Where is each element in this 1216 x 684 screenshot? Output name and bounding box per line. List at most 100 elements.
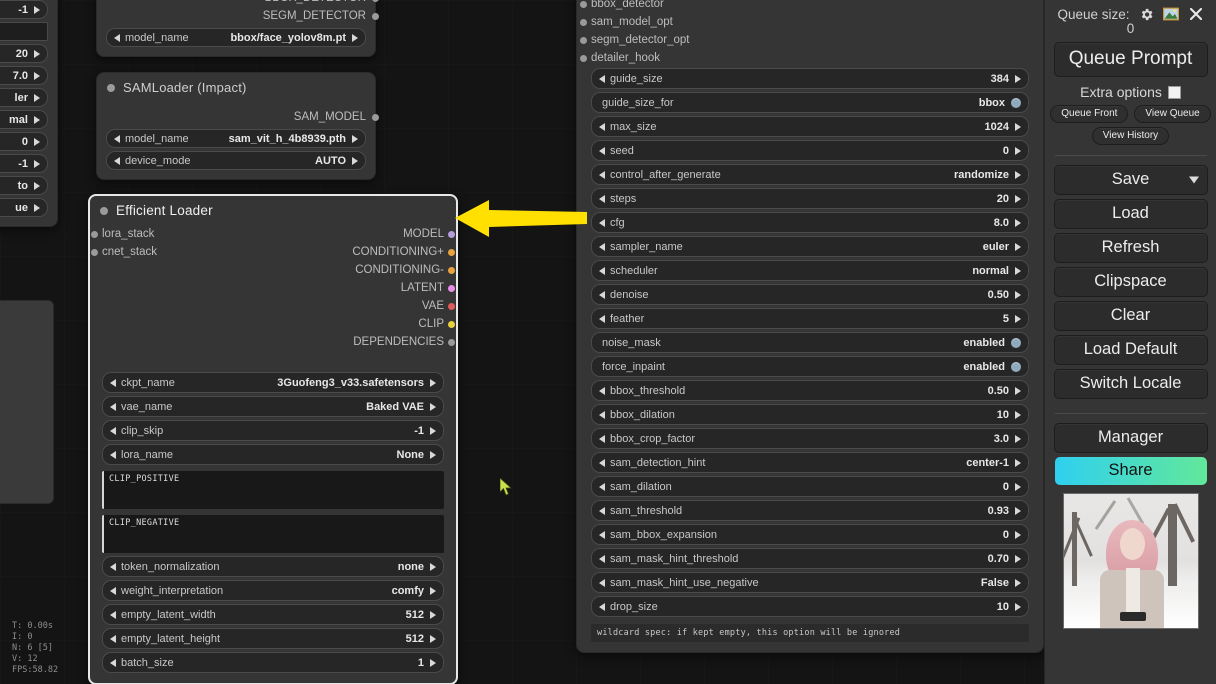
widget-device-mode[interactable]: device_mode AUTO bbox=[106, 151, 366, 170]
node-output-slot-conditioning-neg[interactable]: CONDITIONING- bbox=[352, 261, 455, 279]
node-output-slot-model[interactable]: MODEL bbox=[352, 225, 455, 243]
decrement-icon[interactable] bbox=[110, 426, 116, 435]
chevron-down-icon[interactable] bbox=[1188, 176, 1199, 184]
widget-denoise[interactable]: denoise 0.50 bbox=[591, 284, 1029, 305]
collapse-icon[interactable] bbox=[100, 206, 108, 215]
widget-row[interactable]: -1 bbox=[0, 0, 48, 19]
decrement-icon[interactable] bbox=[599, 578, 605, 587]
widget-row[interactable]: 20 bbox=[0, 44, 48, 63]
increment-icon[interactable] bbox=[1015, 386, 1021, 395]
node-output-slot-segm-detector[interactable]: SEGM_DETECTOR bbox=[106, 7, 379, 25]
increment-icon[interactable] bbox=[34, 137, 40, 146]
increment-icon[interactable] bbox=[1015, 194, 1021, 203]
increment-icon[interactable] bbox=[1015, 314, 1021, 323]
share-button[interactable]: Share bbox=[1054, 457, 1207, 485]
decrement-icon[interactable] bbox=[114, 134, 120, 143]
increment-icon[interactable] bbox=[430, 634, 436, 643]
widget-weight-interpretation[interactable]: weight_interpretation comfy bbox=[102, 580, 444, 601]
decrement-icon[interactable] bbox=[599, 386, 605, 395]
close-icon[interactable] bbox=[1188, 6, 1204, 22]
node-input-slot-segm-detector-opt[interactable]: segm_detector_opt bbox=[580, 31, 689, 49]
collapse-icon[interactable] bbox=[107, 83, 115, 92]
node-image-preview-left[interactable] bbox=[0, 300, 54, 504]
increment-icon[interactable] bbox=[352, 134, 358, 143]
increment-icon[interactable] bbox=[430, 426, 436, 435]
decrement-icon[interactable] bbox=[599, 290, 605, 299]
widget-lora-name[interactable]: lora_name None bbox=[102, 444, 444, 465]
manager-button[interactable]: Manager bbox=[1053, 423, 1208, 453]
increment-icon[interactable] bbox=[430, 658, 436, 667]
toggle-knob[interactable] bbox=[1011, 97, 1021, 108]
increment-icon[interactable] bbox=[430, 402, 436, 411]
node-output-slot-clip[interactable]: CLIP bbox=[352, 315, 455, 333]
increment-icon[interactable] bbox=[34, 5, 40, 14]
decrement-icon[interactable] bbox=[599, 506, 605, 515]
increment-icon[interactable] bbox=[1015, 578, 1021, 587]
node-output-slot-vae[interactable]: VAE bbox=[352, 297, 455, 315]
refresh-button[interactable]: Refresh bbox=[1053, 233, 1208, 263]
node-output-slot-dependencies[interactable]: DEPENDENCIES bbox=[352, 333, 455, 351]
decrement-icon[interactable] bbox=[110, 634, 116, 643]
decrement-icon[interactable] bbox=[599, 194, 605, 203]
node-output-slot-latent[interactable]: LATENT bbox=[352, 279, 455, 297]
decrement-icon[interactable] bbox=[599, 242, 605, 251]
increment-icon[interactable] bbox=[34, 181, 40, 190]
widget-row[interactable]: ue bbox=[0, 198, 48, 217]
widget-clip-skip[interactable]: clip_skip -1 bbox=[102, 420, 444, 441]
increment-icon[interactable] bbox=[1015, 74, 1021, 83]
decrement-icon[interactable] bbox=[110, 450, 116, 459]
widget-sam-detection-hint[interactable]: sam_detection_hint center-1 bbox=[591, 452, 1029, 473]
image-preview-thumbnail[interactable] bbox=[1062, 493, 1199, 629]
decrement-icon[interactable] bbox=[599, 602, 605, 611]
node-input-slot-cnet-stack[interactable]: cnet_stack bbox=[91, 243, 157, 261]
increment-icon[interactable] bbox=[430, 610, 436, 619]
node-output-slot-bbox-detector[interactable]: BBOX_DETECTOR bbox=[106, 0, 379, 7]
gear-icon[interactable] bbox=[1139, 7, 1154, 22]
widget-vae-name[interactable]: vae_name Baked VAE bbox=[102, 396, 444, 417]
node-input-slot-detailer-hook[interactable]: detailer_hook bbox=[580, 49, 689, 67]
increment-icon[interactable] bbox=[34, 203, 40, 212]
increment-icon[interactable] bbox=[430, 586, 436, 595]
graph-canvas[interactable]: _TUPLE LATENT VAE IMAGE -1 5 20 7.0 ler … bbox=[0, 0, 1044, 684]
widget-bbox-dilation[interactable]: bbox_dilation 10 bbox=[591, 404, 1029, 425]
widget-seed[interactable]: seed 0 bbox=[591, 140, 1029, 161]
decrement-icon[interactable] bbox=[114, 33, 120, 42]
extra-options-row[interactable]: Extra options bbox=[1080, 84, 1181, 100]
increment-icon[interactable] bbox=[1015, 242, 1021, 251]
increment-icon[interactable] bbox=[430, 378, 436, 387]
queue-prompt-button[interactable]: Queue Prompt bbox=[1053, 42, 1208, 77]
decrement-icon[interactable] bbox=[599, 314, 605, 323]
widget-textbox[interactable]: 5 bbox=[0, 22, 48, 41]
widget-row[interactable]: 7.0 bbox=[0, 66, 48, 85]
widget-feather[interactable]: feather 5 bbox=[591, 308, 1029, 329]
widget-drop-size[interactable]: drop_size 10 bbox=[591, 596, 1029, 617]
widget-sam-dilation[interactable]: sam_dilation 0 bbox=[591, 476, 1029, 497]
node-face-detailer[interactable]: image model clip vae positive negative b… bbox=[576, 0, 1044, 653]
widget-guide-size[interactable]: guide_size 384 bbox=[591, 68, 1029, 89]
toggle-knob[interactable] bbox=[1011, 361, 1021, 372]
increment-icon[interactable] bbox=[430, 562, 436, 571]
increment-icon[interactable] bbox=[1015, 554, 1021, 563]
widget-bbox-crop-factor[interactable]: bbox_crop_factor 3.0 bbox=[591, 428, 1029, 449]
widget-control-after-generate[interactable]: control_after_generate randomize bbox=[591, 164, 1029, 185]
increment-icon[interactable] bbox=[352, 156, 358, 165]
widget-force-inpaint[interactable]: force_inpaint enabled bbox=[591, 356, 1029, 377]
clipspace-button[interactable]: Clipspace bbox=[1053, 267, 1208, 297]
node-samloader-impact[interactable]: SAMLoader (Impact) SAM_MODEL model_name … bbox=[96, 72, 379, 180]
increment-icon[interactable] bbox=[1015, 458, 1021, 467]
decrement-icon[interactable] bbox=[599, 482, 605, 491]
widget-empty-latent-height[interactable]: empty_latent_height 512 bbox=[102, 628, 444, 649]
widget-cfg[interactable]: cfg 8.0 bbox=[591, 212, 1029, 233]
widget-sam-mask-hint-threshold[interactable]: sam_mask_hint_threshold 0.70 bbox=[591, 548, 1029, 569]
extra-options-checkbox[interactable] bbox=[1167, 85, 1181, 99]
increment-icon[interactable] bbox=[34, 93, 40, 102]
widget-ckpt-name[interactable]: ckpt_name 3Guofeng3_v33.safetensors bbox=[102, 372, 444, 393]
widget-guide-size-for[interactable]: guide_size_for bbox bbox=[591, 92, 1029, 113]
widget-sam-mask-hint-use-negative[interactable]: sam_mask_hint_use_negative False bbox=[591, 572, 1029, 593]
decrement-icon[interactable] bbox=[110, 658, 116, 667]
increment-icon[interactable] bbox=[1015, 410, 1021, 419]
switch-locale-button[interactable]: Switch Locale bbox=[1053, 369, 1208, 399]
widget-steps[interactable]: steps 20 bbox=[591, 188, 1029, 209]
increment-icon[interactable] bbox=[1015, 482, 1021, 491]
decrement-icon[interactable] bbox=[110, 586, 116, 595]
